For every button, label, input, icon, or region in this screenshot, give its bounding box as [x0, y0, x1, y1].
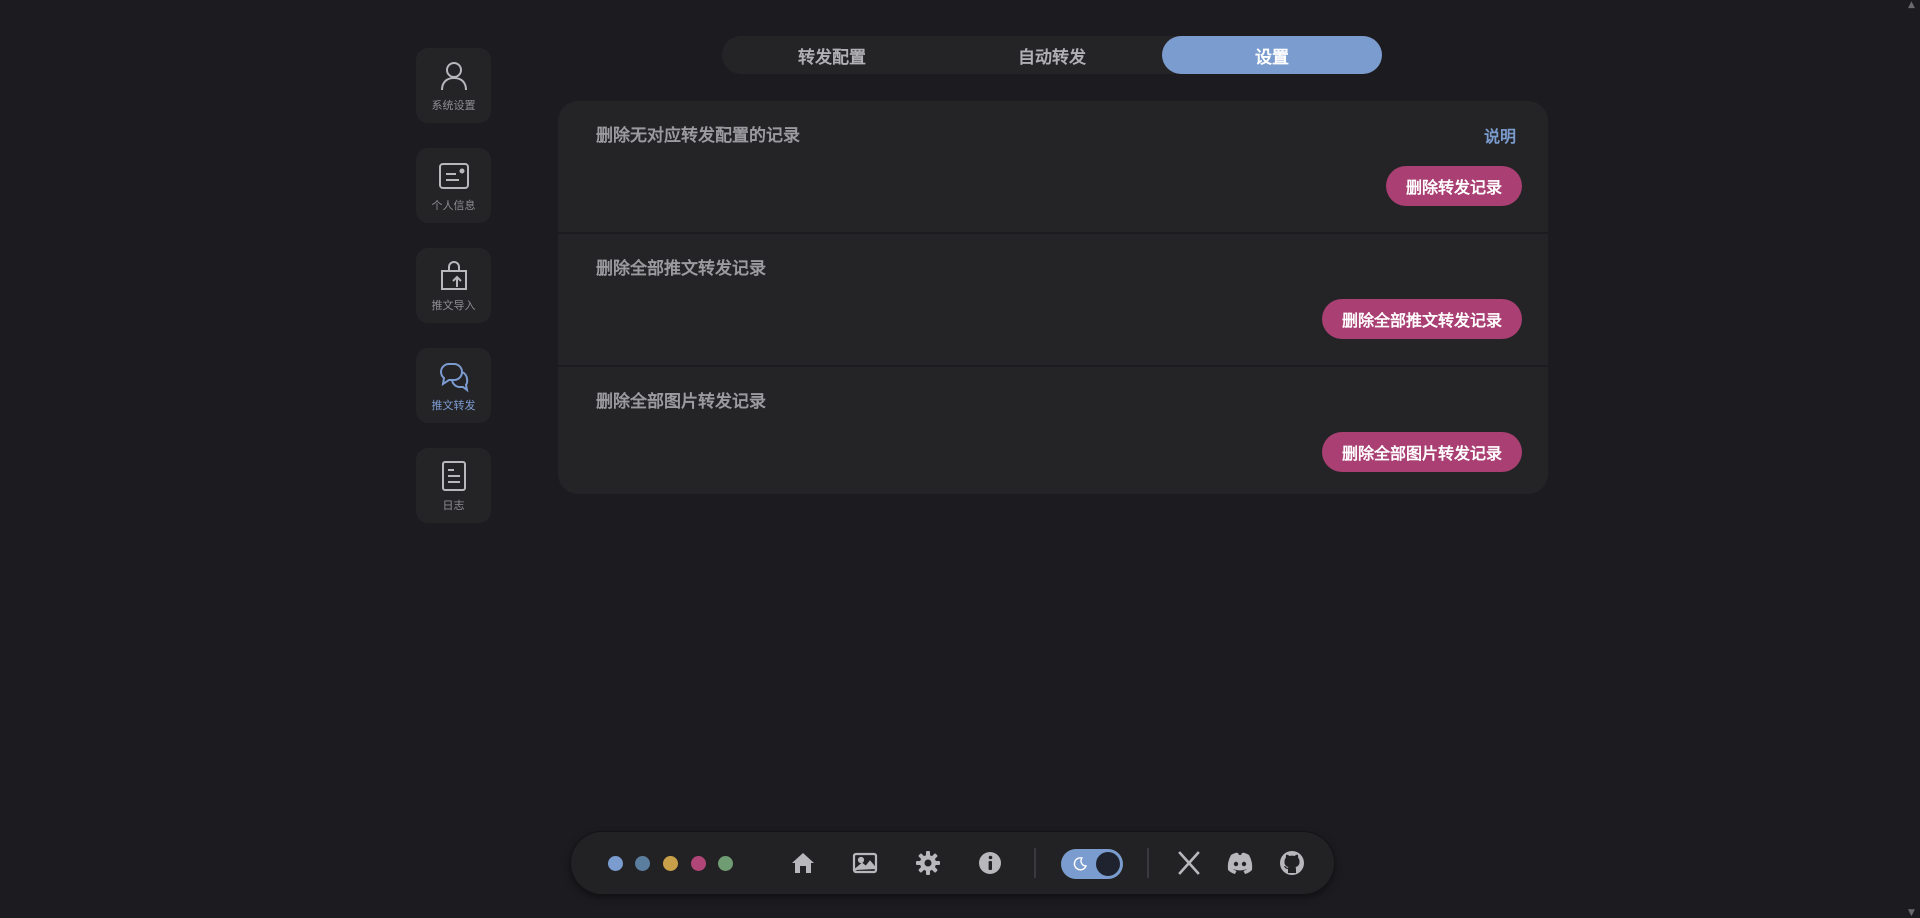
gear-icon[interactable]	[914, 849, 942, 877]
sidebar-item-system-settings[interactable]: 系统设置	[416, 48, 491, 123]
discord-icon[interactable]	[1225, 849, 1255, 877]
sidebar-item-profile[interactable]: 个人信息	[416, 148, 491, 223]
toggle-knob	[1096, 852, 1120, 876]
settings-panel: 删除无对应转发配置的记录 说明 删除转发记录 删除全部推文转发记录 删除全部推文…	[558, 101, 1548, 494]
sidebar-item-log[interactable]: 日志	[416, 448, 491, 523]
scroll-down-arrow-icon[interactable]: ▼	[1908, 908, 1918, 918]
sidebar-item-tweet-forward[interactable]: 推文转发	[416, 348, 491, 423]
sidebar-item-tweet-import[interactable]: 推文导入	[416, 248, 491, 323]
sidebar: 系统设置 个人信息 推文导入 推文转发 日志	[416, 48, 491, 548]
info-icon[interactable]	[976, 849, 1004, 877]
sidebar-item-label: 日志	[442, 498, 465, 512]
x-twitter-icon[interactable]	[1175, 849, 1203, 877]
help-link[interactable]: 说明	[1484, 123, 1516, 147]
scroll-up-arrow-icon[interactable]: ▲	[1908, 0, 1918, 10]
sidebar-item-label: 推文转发	[431, 398, 476, 412]
sidebar-item-label: 系统设置	[431, 98, 476, 112]
row-title: 删除全部推文转发记录	[596, 259, 766, 279]
theme-dot-green[interactable]	[718, 856, 733, 871]
settings-row-tweet-records: 删除全部推文转发记录 删除全部推文转发记录	[558, 234, 1548, 367]
sidebar-item-label: 推文导入	[431, 298, 476, 312]
bottom-dock	[571, 832, 1334, 894]
chat-bubbles-icon	[439, 362, 468, 392]
user-icon	[440, 61, 467, 90]
github-icon[interactable]	[1278, 849, 1306, 877]
image-icon[interactable]	[851, 849, 879, 877]
home-icon[interactable]	[789, 849, 817, 877]
delete-forward-records-button[interactable]: 删除转发记录	[1385, 166, 1522, 206]
tab-forward-config[interactable]: 转发配置	[722, 36, 942, 74]
bag-upload-icon	[440, 260, 467, 290]
dock-divider	[1034, 848, 1036, 878]
theme-dot-blue[interactable]	[608, 856, 623, 871]
document-icon	[441, 460, 466, 491]
row-title: 删除全部图片转发记录	[596, 392, 766, 412]
id-card-icon	[438, 162, 469, 189]
sidebar-item-label: 个人信息	[431, 198, 476, 212]
tab-auto-forward[interactable]: 自动转发	[942, 36, 1162, 74]
moon-icon	[1073, 857, 1088, 871]
theme-dot-pink[interactable]	[691, 856, 706, 871]
theme-dot-steel[interactable]	[635, 856, 650, 871]
settings-row-image-records: 删除全部图片转发记录 删除全部图片转发记录	[558, 367, 1548, 494]
row-title: 删除无对应转发配置的记录	[596, 126, 800, 146]
dock-divider	[1147, 848, 1149, 878]
settings-row-orphan-records: 删除无对应转发配置的记录 说明 删除转发记录	[558, 101, 1548, 234]
theme-toggle[interactable]	[1061, 849, 1123, 879]
tab-bar: 转发配置 自动转发 设置	[722, 36, 1382, 74]
delete-all-tweet-records-button[interactable]: 删除全部推文转发记录	[1321, 299, 1522, 339]
tab-settings[interactable]: 设置	[1162, 36, 1382, 74]
delete-all-image-records-button[interactable]: 删除全部图片转发记录	[1321, 432, 1522, 472]
theme-dot-gold[interactable]	[663, 856, 678, 871]
